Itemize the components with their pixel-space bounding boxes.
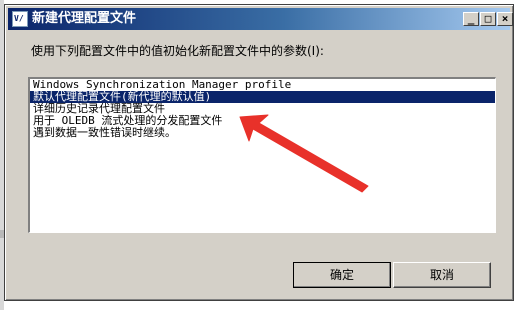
instruction-label: 使用下列配置文件中的值初始化新配置文件中的参数(I): [31,44,324,58]
title-bar[interactable]: V/ 新建代理配置文件 _ □ × [8,8,513,30]
ok-button[interactable]: 确定 [293,262,391,288]
minimize-button[interactable]: _ [463,12,479,26]
profile-listbox[interactable]: Windows Synchronization Manager profile … [28,77,496,233]
close-button[interactable]: × [497,12,513,26]
new-agent-profile-dialog: V/ 新建代理配置文件 _ □ × 使用下列配置文件中的值初始化新配置文件中的参… [4,4,514,301]
list-item[interactable]: 遇到数据一致性错误时继续。 [30,127,495,139]
cancel-button[interactable]: 取消 [393,262,491,288]
maximize-button[interactable]: □ [480,12,496,26]
app-icon: V/ [12,11,28,27]
window-title: 新建代理配置文件 [32,11,137,26]
